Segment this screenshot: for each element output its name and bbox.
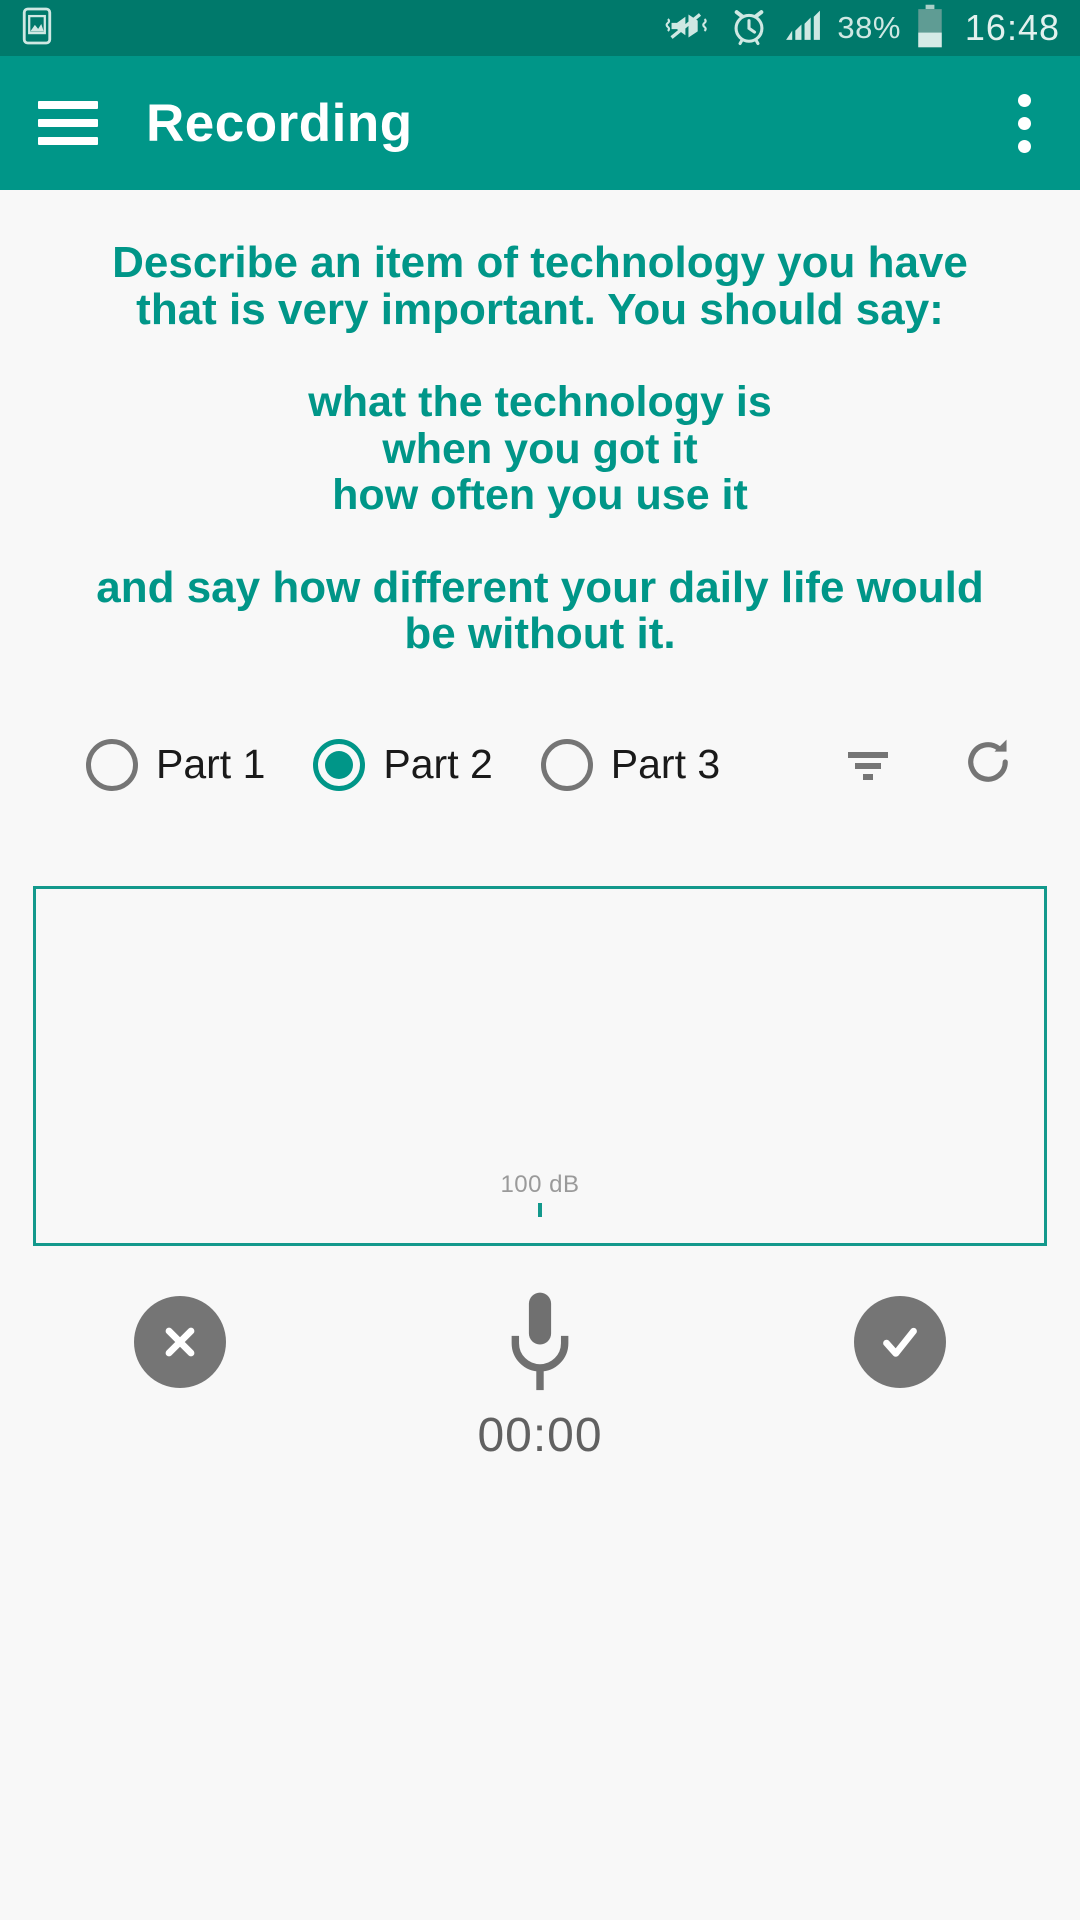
check-icon bbox=[883, 1327, 917, 1357]
radio-option-part-3[interactable]: Part 3 bbox=[540, 738, 721, 791]
prompt-bullet-1: when you got it bbox=[382, 424, 698, 473]
prompt-closing-line-1: and say how different your daily life wo… bbox=[96, 562, 984, 612]
app-bar: Recording bbox=[0, 56, 1080, 190]
hamburger-bar-2 bbox=[38, 119, 98, 127]
alarm-clock-icon bbox=[729, 6, 769, 51]
radio-circle-icon bbox=[540, 738, 593, 791]
prompt-intro-line-1: Describe an item of technology you have bbox=[112, 238, 968, 287]
hamburger-bar-1 bbox=[38, 101, 98, 109]
hamburger-menu-icon[interactable] bbox=[38, 101, 98, 145]
prompt-spacer-1 bbox=[32, 333, 1048, 379]
refresh-icon[interactable] bbox=[960, 734, 1016, 795]
status-bar-right-icons: 38% 16:48 bbox=[665, 4, 1060, 53]
status-bar-clock: 16:48 bbox=[964, 7, 1060, 48]
vibrate-mute-icon bbox=[665, 6, 715, 51]
recording-timer: 00:00 bbox=[477, 1409, 603, 1462]
prompt-bullet-0: what the technology is bbox=[308, 378, 772, 427]
close-icon bbox=[165, 1327, 195, 1357]
prompt-intro-line-2: that is very important. You should say: bbox=[136, 284, 944, 334]
radio-option-part-1[interactable]: Part 1 bbox=[86, 738, 266, 791]
waveform-display[interactable]: 100 dB bbox=[33, 886, 1047, 1246]
db-label: 100 dB bbox=[500, 1171, 580, 1198]
battery-icon bbox=[915, 4, 945, 53]
overflow-dot-2 bbox=[1017, 116, 1031, 130]
parts-row-actions bbox=[842, 734, 1044, 795]
prompt-bullet-2: how often you use it bbox=[332, 471, 748, 520]
filter-sort-icon[interactable] bbox=[842, 736, 894, 793]
overflow-menu-icon[interactable] bbox=[996, 80, 1052, 166]
prompt-bullet-list: what the technology is when you got it h… bbox=[32, 378, 1048, 520]
prompt-spacer-2 bbox=[32, 519, 1048, 565]
signal-strength-icon bbox=[783, 7, 823, 50]
radio-dot bbox=[98, 751, 126, 779]
radio-circle-selected-icon bbox=[313, 738, 366, 791]
radio-label-part-1: Part 1 bbox=[156, 741, 266, 788]
overflow-dot-3 bbox=[1017, 139, 1031, 153]
radio-circle-icon bbox=[86, 738, 138, 791]
record-microphone-button[interactable] bbox=[494, 1286, 586, 1398]
radio-dot bbox=[553, 751, 581, 779]
radio-dot bbox=[325, 750, 354, 779]
prompt-closing-line-2: be without it. bbox=[404, 609, 676, 659]
recording-controls bbox=[0, 1286, 1080, 1398]
db-tick-mark bbox=[538, 1203, 542, 1217]
microphone-icon bbox=[511, 1292, 569, 1391]
task-prompt: Describe an item of technology you have … bbox=[0, 190, 1080, 658]
battery-percent-label: 38% bbox=[837, 10, 901, 45]
radio-option-part-2[interactable]: Part 2 bbox=[313, 738, 493, 791]
overflow-dot-1 bbox=[1017, 93, 1031, 107]
status-bar: 38% 16:48 bbox=[0, 0, 1080, 56]
confirm-recording-button[interactable] bbox=[854, 1296, 946, 1388]
page-title: Recording bbox=[146, 93, 413, 153]
radio-label-part-3: Part 3 bbox=[610, 741, 721, 788]
main-content: Describe an item of technology you have … bbox=[0, 190, 1080, 1920]
screenshot-image-icon bbox=[20, 6, 54, 51]
status-bar-left-icons bbox=[20, 6, 54, 51]
db-scale: 100 dB bbox=[36, 1171, 1044, 1217]
parts-selector: Part 1 Part 2 Part 3 bbox=[0, 720, 1080, 810]
hamburger-bar-3 bbox=[38, 137, 98, 145]
cancel-recording-button[interactable] bbox=[134, 1296, 226, 1388]
radio-label-part-2: Part 2 bbox=[383, 741, 493, 788]
prompt-closing: and say how different your daily life wo… bbox=[32, 562, 1048, 659]
prompt-intro: Describe an item of technology you have … bbox=[32, 238, 1048, 334]
